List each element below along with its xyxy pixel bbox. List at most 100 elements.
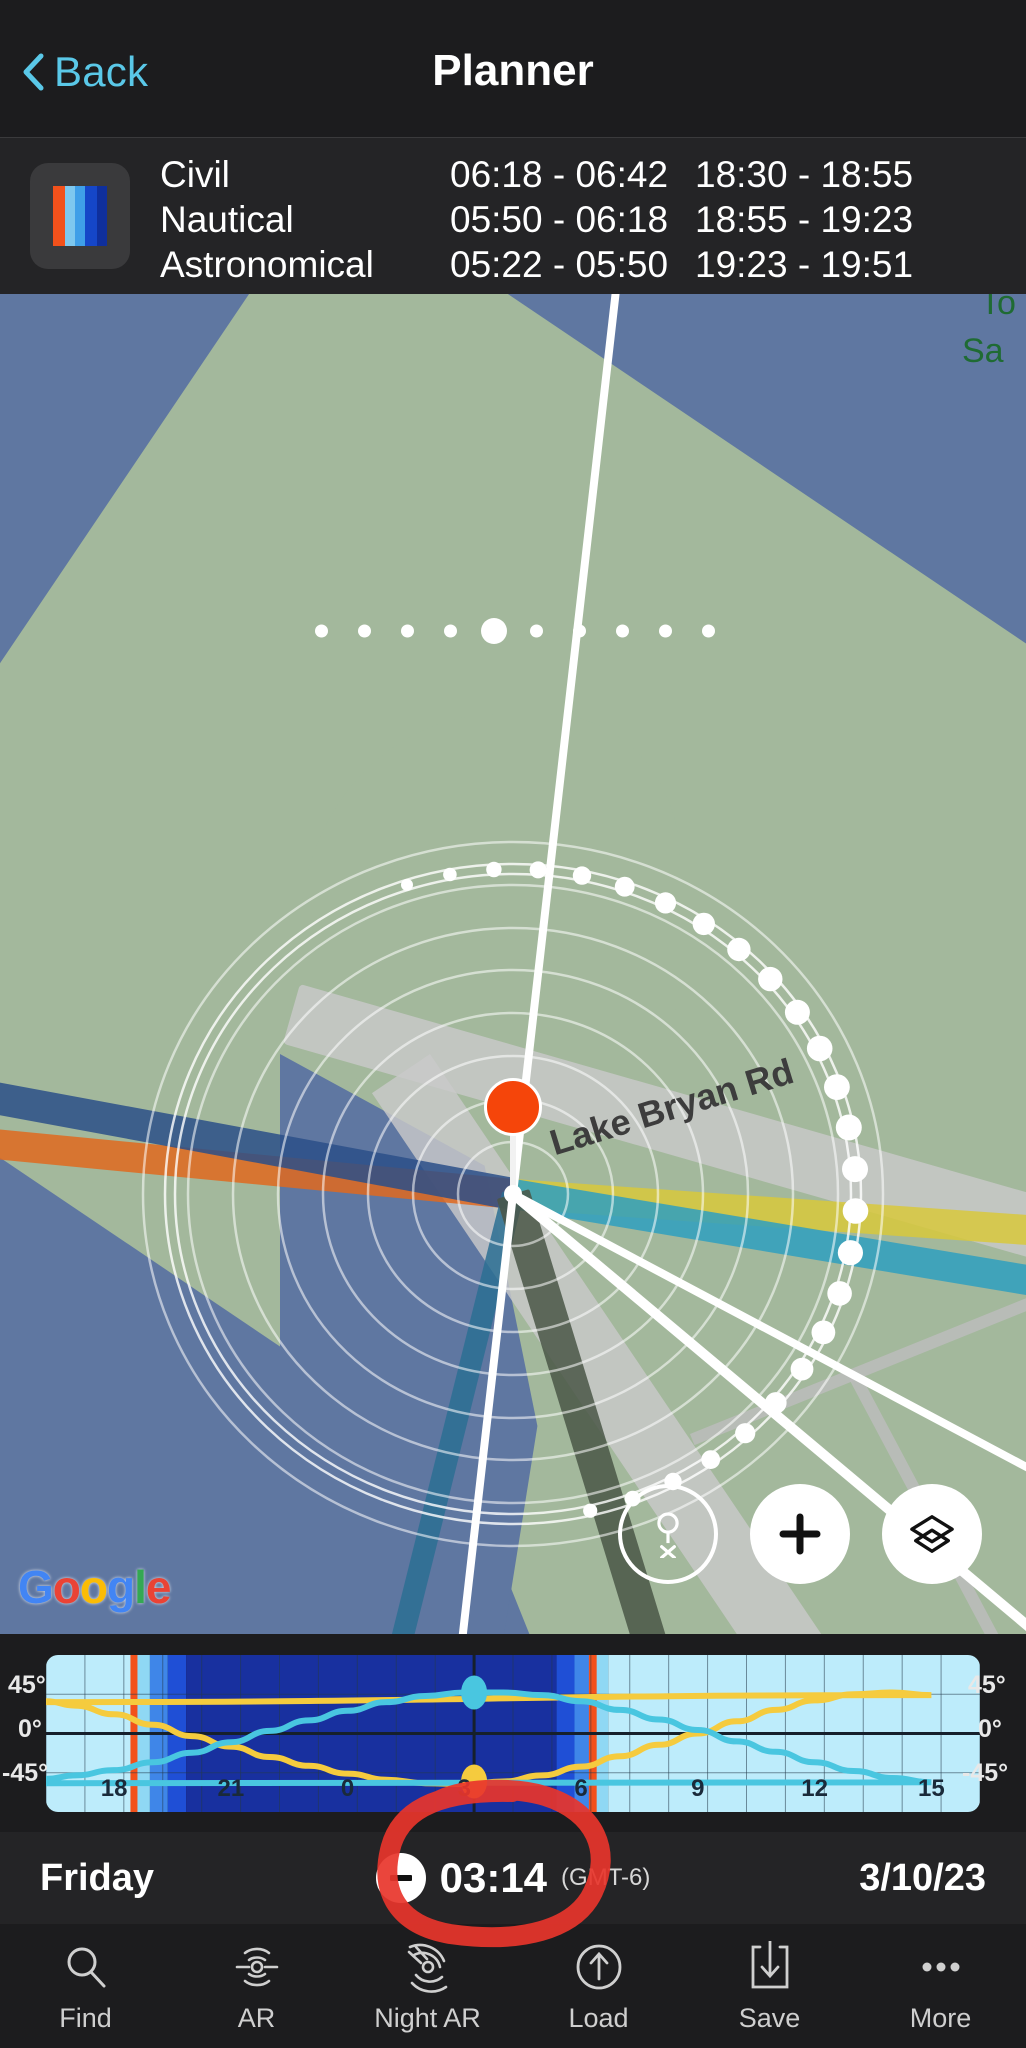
map-place-label: To <box>980 294 1016 322</box>
y-axis-mid-left: 0° <box>18 1715 42 1743</box>
twilight-row-nautical: Nautical 05:50 - 06:18 18:55 - 19:23 <box>160 199 1026 244</box>
celestial-path-dot <box>701 1450 721 1469</box>
celestial-path-dot <box>529 861 547 879</box>
tab-more[interactable]: More <box>855 1924 1026 2048</box>
layers-icon <box>910 1515 954 1553</box>
x-tick: 21 <box>218 1775 245 1802</box>
layers-button[interactable] <box>882 1484 982 1584</box>
twilight-morning: 06:18 - 06:42 <box>450 154 669 195</box>
elevation-graph[interactable]: 18 21 0 3 6 9 12 15 <box>0 1634 1026 1832</box>
plus-icon <box>779 1513 821 1555</box>
celestial-path-dot <box>784 999 810 1025</box>
moon-phase-dot <box>659 624 672 638</box>
moon-phase-dot <box>358 624 371 638</box>
celestial-path-dot <box>842 1156 868 1183</box>
pin-remove-icon <box>657 1512 679 1558</box>
current-date[interactable]: 3/10/23 <box>859 1857 986 1900</box>
y-axis-bottom-right: -45° <box>962 1759 1009 1787</box>
x-tick: 9 <box>691 1775 704 1802</box>
celestial-path-dot <box>790 1357 814 1381</box>
elevation-graph-svg[interactable]: 18 21 0 3 6 9 12 15 <box>0 1634 1026 1832</box>
moon-phase-row <box>300 614 730 648</box>
elevation-graph-panel[interactable]: 18 21 0 3 6 9 12 15 45° 0° -45° 45° 0° -45° <box>0 1634 1026 1832</box>
tab-label: Night AR <box>374 2002 481 2033</box>
timezone-label: (GMT-6) <box>561 1864 651 1891</box>
night-ar-icon <box>400 1939 456 1995</box>
twilight-gradient-icon <box>30 163 130 269</box>
twilight-label: Civil <box>160 154 230 195</box>
tab-label: More <box>909 2002 972 2033</box>
google-logo: Google <box>18 1560 172 1614</box>
celestial-path-dot <box>824 1074 850 1100</box>
x-tick: 0 <box>341 1775 354 1802</box>
tab-label: Find <box>59 2002 112 2033</box>
ellipsis-icon <box>915 1939 967 1995</box>
celestial-path-dot <box>572 866 592 885</box>
twilight-rows: Civil 06:18 - 06:42 18:30 - 18:55 Nautic… <box>160 154 1026 289</box>
celestial-path-dot <box>835 1114 862 1141</box>
add-pin-button[interactable] <box>750 1484 850 1584</box>
twilight-row-astronomical: Astronomical 05:22 - 05:50 19:23 - 19:51 <box>160 244 1026 289</box>
logo-letter: o <box>79 1561 108 1613</box>
tab-label: AR <box>237 2002 276 2033</box>
y-axis-top-left: 45° <box>8 1671 46 1699</box>
tab-find[interactable]: Find <box>0 1924 171 2048</box>
pin-base <box>504 1185 522 1203</box>
map-place-label: Sa <box>962 332 1004 370</box>
logo-letter: l <box>134 1561 147 1613</box>
tab-label: Save <box>738 2002 801 2033</box>
celestial-path-dot <box>811 1320 836 1345</box>
twilight-label: Nautical <box>160 199 294 240</box>
celestial-path-dot <box>765 1392 787 1414</box>
twilight-morning: 05:22 - 05:50 <box>450 244 669 285</box>
celestial-path-dot <box>692 912 715 936</box>
x-tick: 6 <box>574 1775 587 1802</box>
twilight-row-civil: Civil 06:18 - 06:42 18:30 - 18:55 <box>160 154 1026 199</box>
pause-icon[interactable] <box>375 1853 426 1903</box>
celestial-path-dot <box>837 1240 864 1266</box>
celestial-path-dot <box>735 1423 756 1444</box>
logo-letter: e <box>145 1561 172 1613</box>
moon-position-marker[interactable] <box>461 1675 488 1710</box>
moon-phase-dot <box>616 624 629 638</box>
y-axis-top-right: 45° <box>968 1671 1006 1699</box>
upload-circle-icon <box>573 1939 625 1995</box>
moon-phase-dot <box>530 624 543 638</box>
twilight-morning: 05:50 - 06:18 <box>450 199 669 240</box>
logo-letter: G <box>18 1561 54 1613</box>
moon-phase-dot <box>702 624 715 638</box>
logo-letter: g <box>107 1561 135 1613</box>
tab-ar[interactable]: AR <box>171 1924 342 2048</box>
twilight-label: Astronomical <box>160 244 374 285</box>
current-time: 03:14 <box>439 1854 548 1901</box>
moon-phase-dot <box>401 624 414 638</box>
celestial-path-dot <box>614 876 635 897</box>
celestial-path-dot <box>654 892 677 914</box>
celestial-path-dot <box>827 1281 852 1306</box>
celestial-path-dot <box>842 1198 869 1224</box>
celestial-path-dot <box>486 861 502 878</box>
x-tick: 15 <box>918 1775 945 1802</box>
ar-waves-icon <box>229 1939 285 1995</box>
twilight-evening: 18:55 - 19:23 <box>695 199 914 240</box>
celestial-path-arcs <box>163 861 869 1526</box>
celestial-path-dot <box>806 1035 833 1062</box>
tab-bar: Find AR Night AR Load Save More <box>0 1924 1026 2048</box>
moon-phase-dot <box>573 624 586 638</box>
moon-phase-dot <box>444 624 457 638</box>
nav-bar: Back Planner <box>0 0 1026 138</box>
moon-phase-current-dot <box>480 618 507 644</box>
magnifier-icon <box>62 1939 110 1995</box>
celestial-path-dot <box>583 1503 598 1518</box>
remove-pin-button[interactable] <box>618 1484 718 1584</box>
map-canvas[interactable]: Lake Bryan Rd To Sa Google <box>0 294 1026 1634</box>
tab-load[interactable]: Load <box>513 1924 684 2048</box>
x-tick: 18 <box>101 1775 128 1802</box>
x-tick: 12 <box>801 1775 828 1802</box>
tab-label: Load <box>568 2002 629 2033</box>
page-title: Planner <box>432 46 594 95</box>
date-time-bar: Friday 03:14 (GMT-6) 3/10/23 <box>0 1832 1026 1924</box>
tab-save[interactable]: Save <box>684 1924 855 2048</box>
tab-night-ar[interactable]: Night AR <box>342 1924 513 2048</box>
twilight-panel[interactable]: Civil 06:18 - 06:42 18:30 - 18:55 Nautic… <box>0 138 1026 294</box>
